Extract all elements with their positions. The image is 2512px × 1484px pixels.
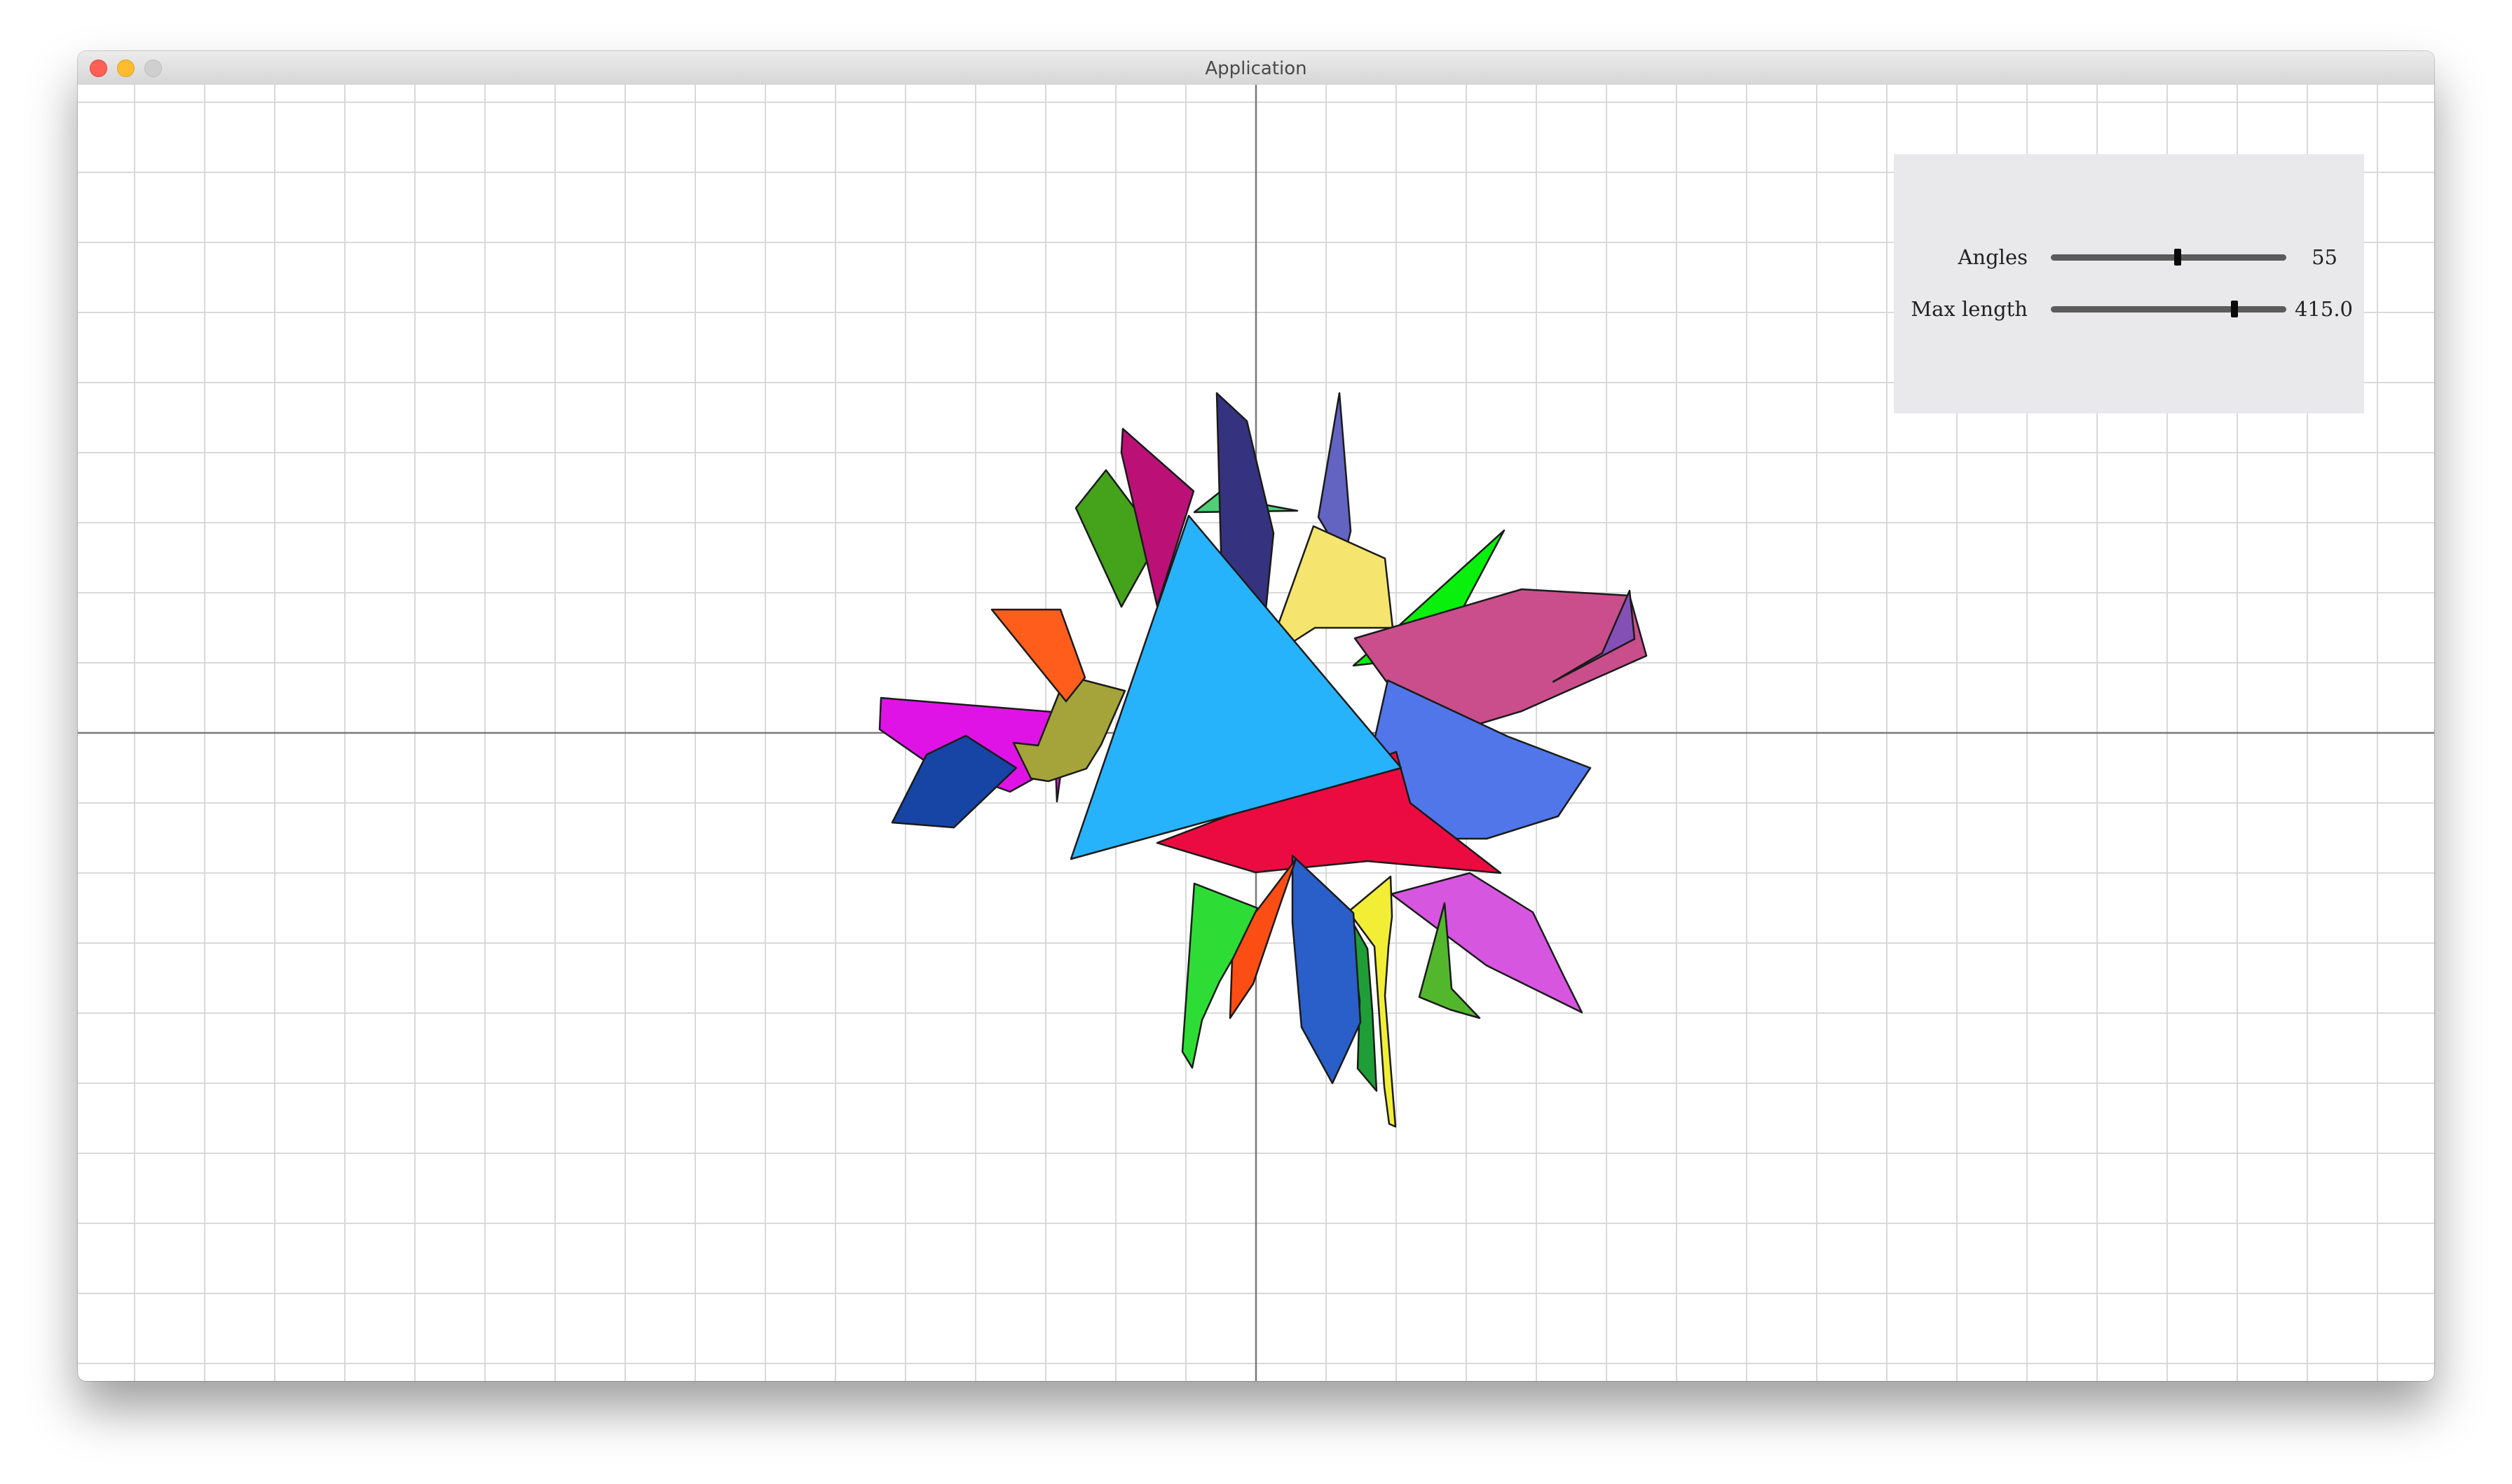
- max-length-slider[interactable]: [2051, 301, 2286, 317]
- polygon-shapes: [878, 392, 1648, 1128]
- max-length-label: Max length: [1911, 297, 2028, 321]
- angles-label: Angles: [1958, 245, 2028, 269]
- max-length-slider-thumb[interactable]: [2231, 301, 2239, 317]
- angles-value: 55: [2312, 245, 2337, 269]
- max-length-value: 415.0: [2294, 297, 2353, 321]
- max-length-control: Max length 415.0: [1894, 295, 2364, 323]
- angles-slider-thumb[interactable]: [2174, 249, 2182, 266]
- angles-control: Angles 55: [1894, 243, 2364, 271]
- title-bar[interactable]: Application: [78, 51, 2434, 85]
- royal-blue-shape: [1291, 854, 1362, 1085]
- plot-canvas[interactable]: Angles 55 Max length 415.0: [78, 85, 2434, 1381]
- orange-shape: [990, 608, 1086, 703]
- application-window: Application Angles 55 Max length 415.0: [78, 51, 2434, 1381]
- angles-slider[interactable]: [2051, 249, 2286, 266]
- window-title: Application: [1205, 58, 1307, 79]
- controls-panel: Angles 55 Max length 415.0: [1894, 154, 2364, 413]
